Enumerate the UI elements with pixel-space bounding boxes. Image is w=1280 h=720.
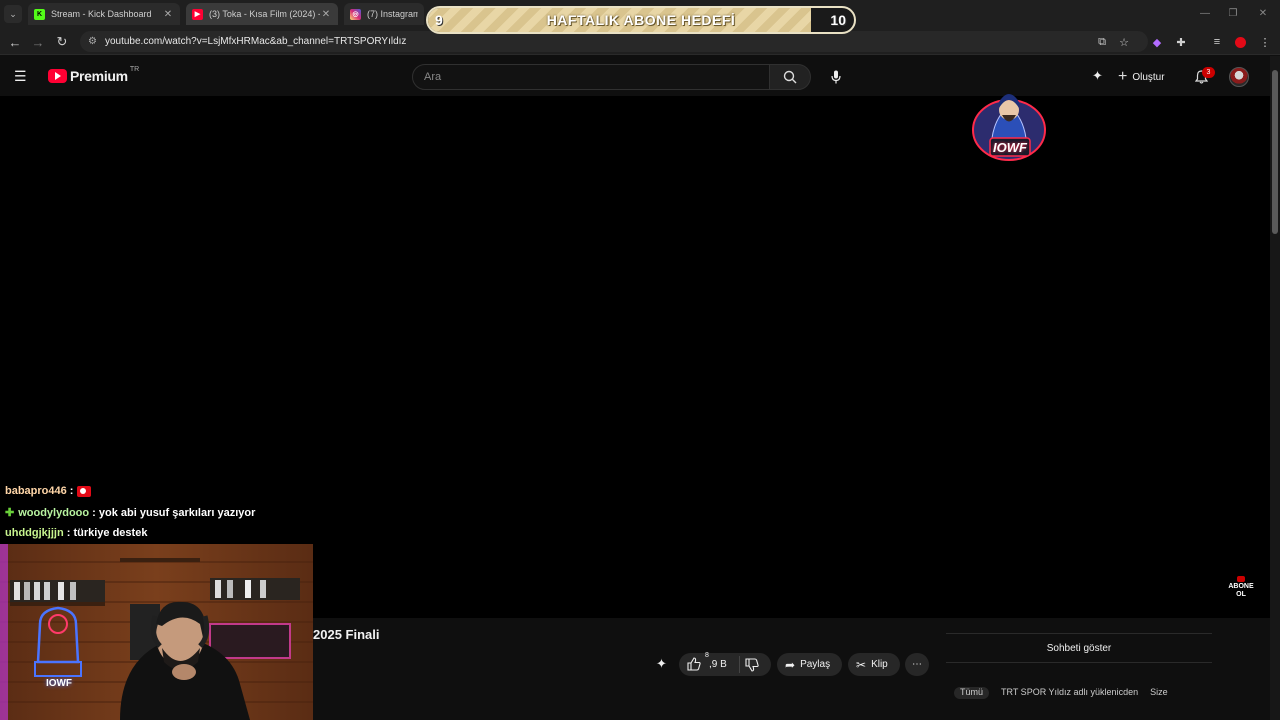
streamer-webcam: IOWF (0, 544, 313, 720)
dislike-button-thumbs-down-icon[interactable] (745, 658, 759, 675)
scissors-icon: ✂ (856, 657, 867, 672)
video-title: 2025 Finali (313, 627, 380, 642)
address-bar[interactable]: ⚙ youtube.com/watch?v=LsjMfxHRMac&ab_cha… (80, 31, 1148, 52)
youtube-icon: ▶ (192, 8, 203, 20)
kick-icon: K (34, 8, 45, 20)
subscribe-overlay-badge: ABONE OL (1222, 576, 1260, 599)
chip-for-you[interactable]: Size (1150, 687, 1168, 699)
kick-extension-icon[interactable]: ✦ (656, 656, 674, 674)
reload-icon[interactable]: ↻ (52, 32, 72, 52)
goal-current: 9 (435, 12, 443, 28)
clip-button[interactable]: ✂ Klip (848, 653, 900, 676)
goal-target: 10 (830, 12, 846, 28)
more-actions-button[interactable]: ⋯ (905, 653, 929, 676)
gem-icon: ✚ (5, 507, 15, 519)
tab-instagram[interactable]: ◎ (7) Instagram (344, 3, 424, 25)
close-tab-icon[interactable]: ✕ (162, 9, 174, 20)
restore-icon[interactable]: ❐ (1220, 4, 1246, 22)
divider (739, 656, 740, 673)
chat-message: babapro446 : (5, 485, 91, 497)
forward-icon[interactable]: → (28, 32, 48, 52)
chat-message: ✚ woodylydooo : yok abi yusuf şarkıları … (5, 506, 256, 520)
youtube-play-icon (48, 69, 67, 83)
minimize-icon[interactable]: — (1192, 4, 1218, 22)
create-button[interactable]: + Oluştur (1118, 66, 1165, 88)
video-player[interactable] (0, 96, 1270, 618)
search-button[interactable] (769, 64, 811, 90)
back-icon[interactable]: ← (5, 32, 25, 52)
youtube-masthead: ☰ Premium TR Ara ✦ + Oluştur (0, 56, 1270, 96)
tab-search-chevron-icon[interactable]: ⌄ (4, 5, 22, 23)
like-count: ,9 B (709, 659, 727, 670)
like-dislike-group: 8 ,9 B (679, 652, 771, 676)
goal-title: HAFTALIK ABONE HEDEFİ (546, 12, 736, 28)
iowf-channel-logo: IOWF (966, 82, 1052, 168)
profile-flag-icon[interactable] (1231, 33, 1249, 51)
close-window-icon[interactable]: ✕ (1250, 4, 1276, 22)
youtube-premium-logo[interactable]: Premium TR (48, 66, 139, 84)
kick-extension-icon[interactable]: ✦ (1092, 68, 1110, 86)
tab-youtube-toka[interactable]: ▶ (3) Toka - Kısa Film (2024) - You ✕ (186, 3, 338, 25)
weekly-subscriber-goal-banner: HAFTALIK ABONE HEDEFİ 9 10 (426, 6, 856, 34)
voice-search-mic-icon[interactable] (826, 66, 846, 88)
chip-all[interactable]: Tümü (954, 687, 990, 699)
guide-menu-icon[interactable]: ☰ (14, 68, 34, 84)
share-button[interactable]: ➦ Paylaş (777, 653, 842, 676)
url-text: youtube.com/watch?v=LsjMfxHRMac&ab_chann… (104, 36, 407, 47)
media-control-icon[interactable]: ≡ (1208, 33, 1226, 51)
instagram-icon: ◎ (350, 8, 361, 20)
browser-menu-icon[interactable]: ⋮ (1256, 33, 1274, 51)
bookmark-star-icon[interactable]: ☆ (1115, 33, 1133, 51)
notification-count-badge: 3 (1202, 67, 1215, 78)
more-horizontal-icon: ⋯ (912, 659, 922, 670)
tab-kick-dashboard[interactable]: K Stream - Kick Dashboard ✕ (28, 3, 180, 25)
site-info-icon[interactable]: ⚙ (88, 36, 97, 47)
scrollbar-thumb[interactable] (1272, 70, 1278, 234)
plus-icon: + (1118, 68, 1128, 85)
search-icon (783, 70, 797, 84)
chat-message: uhddgjkjjjn : türkiye destek (5, 527, 148, 539)
account-avatar[interactable] (1229, 67, 1249, 87)
close-tab-icon[interactable]: ✕ (320, 9, 332, 20)
youtube-mini-icon (1237, 576, 1245, 582)
extensions-puzzle-icon[interactable]: ✚ (1172, 33, 1190, 51)
webcam-neon-logo-text: IOWF (45, 678, 73, 689)
install-app-icon[interactable]: ⧉ (1093, 33, 1111, 51)
chip-uploader[interactable]: TRT SPOR Yıldız adlı yüklenicden (1001, 687, 1138, 699)
share-arrow-icon: ➦ (785, 657, 796, 672)
show-chat-button[interactable]: Sohbeti göster (946, 633, 1212, 663)
like-button-thumbs-up-icon[interactable] (687, 657, 701, 674)
chip-bar: Tümü TRT SPOR Yıldız adlı yüklenicden Si… (946, 687, 1212, 699)
turkish-flag-emote (76, 485, 91, 497)
search-input[interactable]: Ara (412, 64, 770, 90)
extension-twitch-icon[interactable]: ◆ (1148, 33, 1166, 51)
